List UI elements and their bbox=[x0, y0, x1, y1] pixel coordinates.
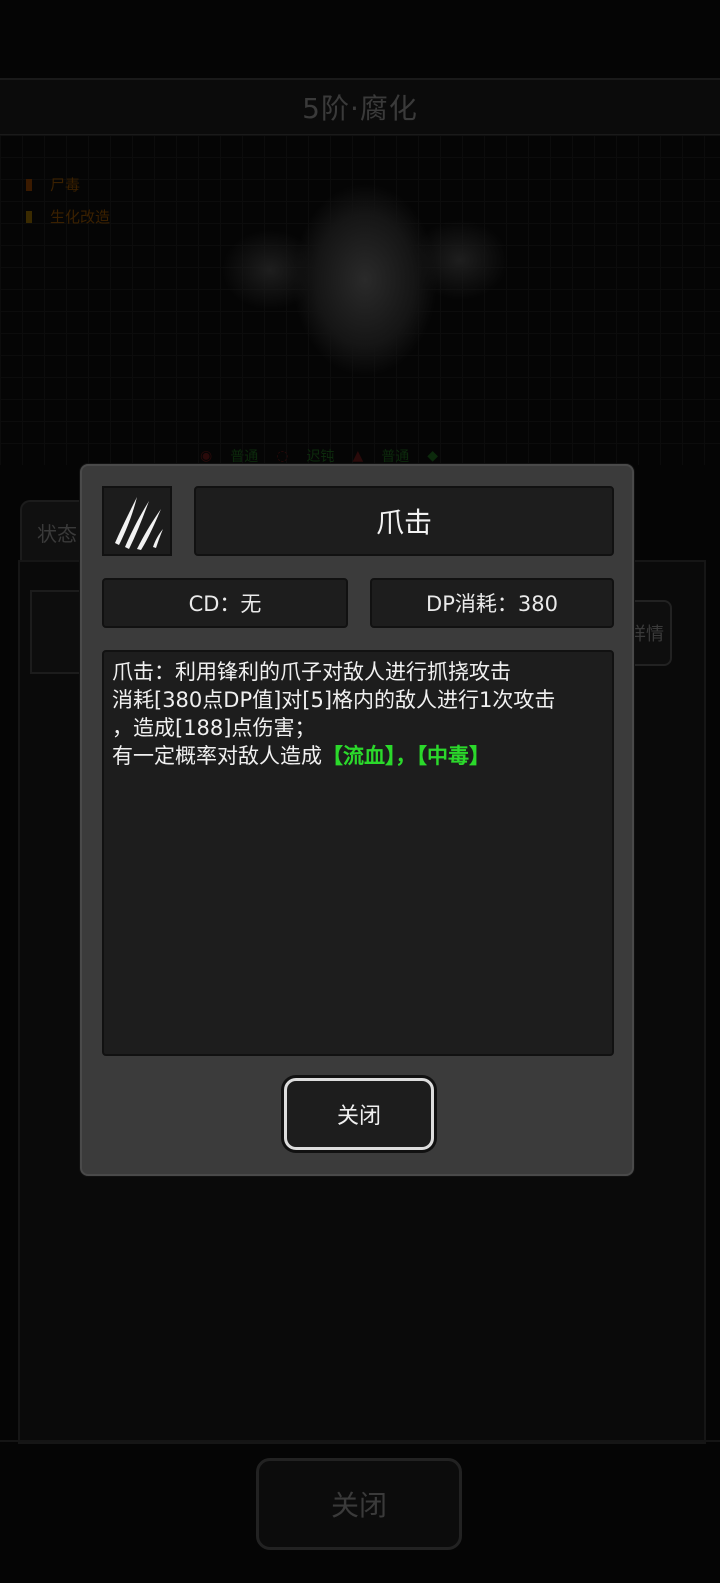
divider bbox=[0, 1440, 720, 1442]
description-text: 有一定概率对敌人造成 bbox=[112, 744, 322, 768]
tag-icon bbox=[26, 210, 44, 223]
skill-dialog: 爪击 CD：无 DP消耗：380 爪击：利用锋利的爪子对敌人进行抓挠攻击 消耗[… bbox=[80, 464, 634, 1176]
description-line: 消耗[380点DP值]对[5]格内的敌人进行1次攻击 bbox=[112, 688, 556, 712]
tag-icon bbox=[26, 178, 44, 191]
question-icon: ◆ bbox=[427, 448, 438, 464]
cooldown-label: CD：无 bbox=[102, 578, 348, 628]
skill-description: 爪击：利用锋利的爪子对敌人进行抓挠攻击 消耗[380点DP值]对[5]格内的敌人… bbox=[102, 650, 614, 1056]
nose-icon: ▲ bbox=[352, 448, 364, 464]
dp-cost-label: DP消耗：380 bbox=[370, 578, 614, 628]
attribute-label: 迟钝 bbox=[306, 449, 335, 465]
description-line: 爪击：利用锋利的爪子对敌人进行抓挠攻击 bbox=[112, 660, 511, 684]
tag-item: 生化改造 bbox=[26, 206, 110, 227]
skill-title: 爪击 bbox=[194, 486, 614, 556]
status-separator: ， bbox=[395, 744, 417, 768]
status-bleed: 【流血】 bbox=[322, 744, 396, 768]
description-line: ，造成[188]点伤害； bbox=[112, 716, 316, 740]
page-close-button[interactable]: 关闭 bbox=[256, 1458, 462, 1550]
attribute-label: 普通 bbox=[230, 449, 259, 465]
attribute-label: 普通 bbox=[381, 449, 410, 465]
monster-portrait bbox=[200, 160, 530, 460]
close-button[interactable]: 关闭 bbox=[284, 1078, 434, 1150]
page-title: 5阶·腐化 bbox=[0, 78, 720, 136]
tag-label: 生化改造 bbox=[50, 208, 111, 226]
ear-icon: ◌ bbox=[276, 448, 289, 464]
tag-item: 尸毒 bbox=[26, 174, 80, 195]
status-poison: 【中毒】 bbox=[416, 744, 491, 768]
description-line: 有一定概率对敌人造成【流血】，【中毒】 bbox=[112, 742, 604, 770]
claw-scratch-icon bbox=[115, 497, 163, 550]
tag-label: 尸毒 bbox=[50, 176, 81, 194]
eye-icon: ◉ bbox=[200, 448, 213, 464]
skill-icon-frame bbox=[102, 486, 172, 556]
